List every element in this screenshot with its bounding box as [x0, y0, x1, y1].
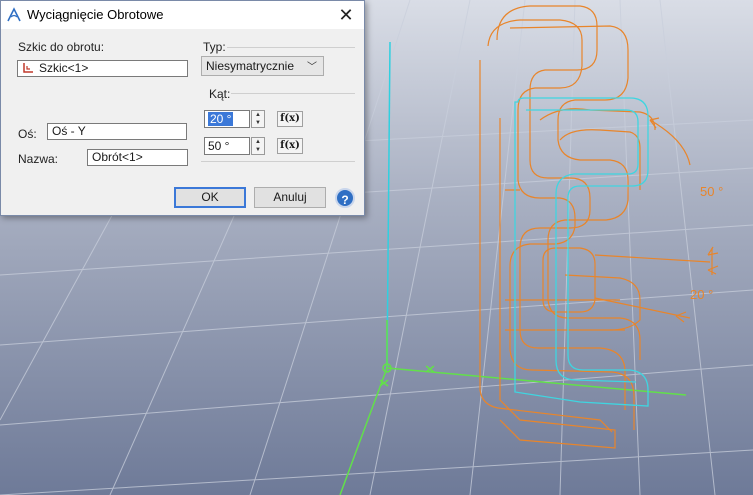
- fx-icon: f(x): [280, 113, 300, 124]
- name-value: Obrót<1>: [92, 150, 143, 164]
- name-field[interactable]: Obrót<1>: [87, 149, 188, 166]
- fx-icon: f(x): [280, 140, 300, 151]
- spin-up-icon[interactable]: ▲: [252, 138, 264, 146]
- dialog-titlebar[interactable]: Wyciągnięcie Obrotowe ✕: [1, 1, 364, 29]
- type-group-line: [227, 47, 355, 48]
- angle-label: Kąt:: [209, 87, 231, 101]
- angle1-value: 20 °: [208, 112, 234, 126]
- cancel-button[interactable]: Anuluj: [254, 187, 326, 208]
- spin-down-icon[interactable]: ▼: [252, 146, 264, 154]
- revolve-profile-preview: [479, 5, 719, 449]
- angle1-fx-button[interactable]: f(x): [277, 111, 303, 127]
- angle1-spinner[interactable]: ▲ ▼: [251, 110, 265, 128]
- angle1-input[interactable]: 20 °: [204, 110, 250, 128]
- angle2-value: 50 °: [208, 139, 230, 153]
- chevron-down-icon: ﹀: [307, 62, 317, 73]
- sketch-value: Szkic<1>: [39, 61, 89, 75]
- type-label: Typ:: [203, 40, 226, 54]
- spin-down-icon[interactable]: ▼: [252, 119, 264, 127]
- type-value: Niesymatrycznie: [206, 59, 295, 73]
- ok-button[interactable]: OK: [174, 187, 246, 208]
- type-select[interactable]: Niesymatrycznie ﹀: [201, 56, 324, 76]
- sketch-icon: [23, 63, 33, 73]
- angle2-fx-button[interactable]: f(x): [277, 138, 303, 154]
- angle-group-line: [231, 93, 355, 94]
- axis-value: Oś - Y: [52, 124, 86, 138]
- help-icon: ?: [341, 193, 349, 207]
- angle-annotation-20: 20 °: [690, 287, 713, 302]
- close-icon: ✕: [338, 5, 354, 25]
- dialog-title: Wyciągnięcie Obrotowe: [27, 7, 164, 22]
- axis-label: Oś:: [18, 127, 37, 141]
- angle2-spinner[interactable]: ▲ ▼: [251, 137, 265, 155]
- axis-field[interactable]: Oś - Y: [47, 123, 187, 140]
- revolve-icon: [7, 7, 21, 22]
- angle-group-bottom-line: [201, 161, 355, 162]
- angle-annotation-50: 50 °: [700, 184, 723, 199]
- revolve-dialog: Wyciągnięcie Obrotowe ✕ Szkic do obrotu:…: [0, 0, 365, 216]
- axis-y: [386, 41, 391, 369]
- spin-up-icon[interactable]: ▲: [252, 111, 264, 119]
- angle2-input[interactable]: 50 °: [204, 137, 250, 155]
- sketch-field[interactable]: Szkic<1>: [17, 60, 188, 77]
- help-button[interactable]: ?: [335, 188, 355, 208]
- close-button[interactable]: ✕: [336, 5, 356, 25]
- sketch-profile: [514, 97, 649, 407]
- name-label: Nazwa:: [18, 152, 59, 166]
- sketch-label: Szkic do obrotu:: [18, 40, 105, 54]
